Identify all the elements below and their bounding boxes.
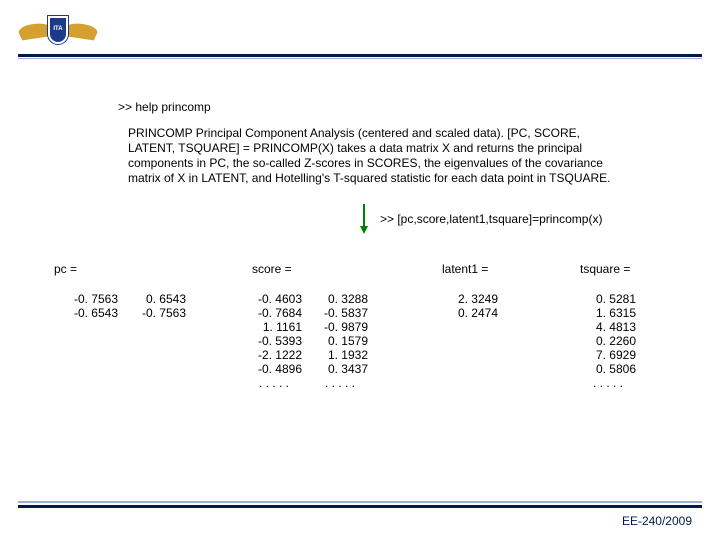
- slide-content: >> help princomp PRINCOMP Principal Comp…: [0, 100, 720, 390]
- table-row: -0. 6543 -0. 7563: [62, 306, 222, 320]
- list-item: 4. 4813: [580, 320, 636, 334]
- footer-rules: [18, 501, 702, 508]
- princomp-description: PRINCOMP Principal Component Analysis (c…: [128, 126, 630, 186]
- footer-rule-light: [18, 501, 702, 503]
- pc-column: pc = -0. 7563 0. 6543 -0. 6543 -0. 7563: [54, 262, 222, 390]
- list-item: 0. 5281: [580, 292, 636, 306]
- arrow-row: >> [pc,score,latent1,tsquare]=princomp(x…: [0, 202, 720, 242]
- slide-header: [0, 0, 720, 65]
- pc-header: pc =: [54, 262, 222, 276]
- help-command: >> help princomp: [118, 100, 720, 114]
- score-header: score =: [252, 262, 412, 276]
- footer-rule-dark: [18, 505, 702, 508]
- latent-values: 2. 3249 0. 2474: [412, 292, 552, 320]
- ita-logo: [18, 10, 98, 50]
- princomp-call: >> [pc,score,latent1,tsquare]=princomp(x…: [380, 212, 602, 226]
- output-columns: pc = -0. 7563 0. 6543 -0. 6543 -0. 7563 …: [0, 262, 720, 390]
- table-row: . . . . . . . . . .: [246, 376, 412, 390]
- header-rule-light: [18, 58, 702, 59]
- score-column: score = -0. 4603 0. 3288 -0. 7684 -0. 58…: [222, 262, 412, 390]
- tsquare-column: tsquare = 0. 5281 1. 6315 4. 4813 0. 226…: [552, 262, 680, 390]
- score-matrix: -0. 4603 0. 3288 -0. 7684 -0. 5837 1. 11…: [246, 292, 412, 390]
- list-item: . . . . .: [580, 376, 636, 390]
- table-row: -0. 4896 0. 3437: [246, 362, 412, 376]
- tsquare-header: tsquare =: [580, 262, 680, 276]
- latent-header: latent1 =: [442, 262, 552, 276]
- table-row: 1. 1161 -0. 9879: [246, 320, 412, 334]
- table-row: -0. 5393 0. 1579: [246, 334, 412, 348]
- list-item: 0. 5806: [580, 362, 636, 376]
- table-row: -0. 7684 -0. 5837: [246, 306, 412, 320]
- list-item: 0. 2260: [580, 334, 636, 348]
- footer-text: EE-240/2009: [622, 514, 692, 528]
- tsquare-values: 0. 5281 1. 6315 4. 4813 0. 2260 7. 6929 …: [552, 292, 680, 390]
- list-item: 2. 3249: [442, 292, 498, 306]
- table-row: -2. 1222 1. 1932: [246, 348, 412, 362]
- list-item: 1. 6315: [580, 306, 636, 320]
- list-item: 7. 6929: [580, 348, 636, 362]
- emblem-icon: [48, 16, 68, 44]
- table-row: -0. 7563 0. 6543: [62, 292, 222, 306]
- list-item: 0. 2474: [442, 306, 498, 320]
- header-rule-dark: [18, 54, 702, 57]
- table-row: -0. 4603 0. 3288: [246, 292, 412, 306]
- latent-column: latent1 = 2. 3249 0. 2474: [412, 262, 552, 390]
- pc-matrix: -0. 7563 0. 6543 -0. 6543 -0. 7563: [62, 292, 222, 320]
- down-arrow-icon: [360, 204, 368, 234]
